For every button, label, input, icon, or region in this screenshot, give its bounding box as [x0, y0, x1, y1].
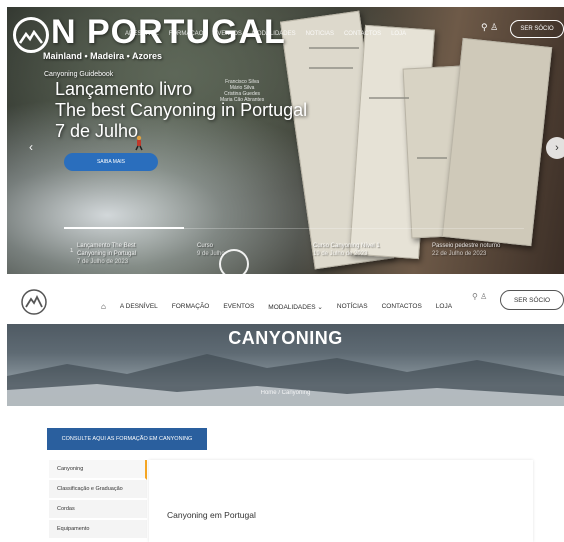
hero-nav-item[interactable]: MODALIDADES [252, 31, 296, 37]
slide-thumb[interactable]: Lançamento The Best Canyoning in Portuga… [77, 242, 136, 266]
slide-title: Passeio pedestre noturno [432, 243, 501, 249]
slide-number: 1 [70, 248, 74, 254]
nav-link-noticias[interactable]: NOTÍCIAS [337, 303, 368, 310]
slide-logo [219, 249, 249, 274]
hero-map-text [369, 97, 409, 99]
slide-title: Curso Canyoning Nível 1 [313, 243, 380, 249]
hero-nav-item[interactable]: EVENTOS [213, 31, 242, 37]
ser-socio-button[interactable]: SER SÓCIO [500, 290, 564, 310]
nav-link-loja[interactable]: LOJA [436, 303, 452, 310]
hero-slider: N PORTUGAL Mainland • Madeira • Azores A… [7, 7, 564, 274]
hero-nav-item[interactable]: NOTÍCIAS [306, 31, 334, 37]
mountain-icon [19, 30, 43, 44]
hero-credit-name: Maria Cão Abrantes [220, 97, 265, 103]
chevron-right-icon[interactable]: › [546, 137, 564, 159]
slide-date: 22 de Julho de 2023 [432, 251, 487, 257]
nav-link-contactos[interactable]: CONTACTOS [382, 303, 422, 310]
nav-link-eventos[interactable]: EVENTOS [223, 303, 254, 310]
hero-nav: ADESNÍVEL FORMAÇÃO EVENTOS MODALIDADES N… [125, 31, 406, 37]
content-title: Canyoning em Portugal [167, 510, 256, 520]
hero-title-line: The best Canyoning in Portugal [55, 100, 308, 120]
page-title: CANYONING [228, 328, 343, 348]
hero-map-text [309, 67, 353, 69]
consulte-formacao-button[interactable]: CONSULTE AQUI AS FORMAÇÃO EM CANYONING [47, 428, 207, 450]
slide-date: 19 de Julho de 2023 [313, 251, 368, 257]
hero-ser-socio-button[interactable]: SER SÓCIO [510, 20, 564, 38]
hero-guidebook-label: Canyoning Guidebook [44, 71, 114, 78]
user-icon[interactable]: ⚲ ♙ [481, 22, 498, 33]
nav-link-formacao[interactable]: FORMAÇÃO [172, 303, 210, 310]
hero-cta-button[interactable]: SAIBA MAIS [64, 153, 158, 171]
hero-nav-item[interactable]: FORMAÇÃO [169, 31, 204, 37]
chevron-left-icon[interactable]: ‹ [29, 140, 33, 154]
user-icon[interactable]: ⚲ ♙ [472, 292, 487, 301]
hero-map-text [417, 157, 447, 159]
hero-title-line: 7 de Julho [55, 121, 139, 141]
hero-nav-item[interactable]: LOJA [391, 31, 406, 37]
side-menu: Canyoning Classificação e Graduação Cord… [49, 460, 147, 540]
slider-progress-fill [64, 227, 184, 229]
slide-thumb[interactable]: Curso Canyoning Nível 1 19 de Julho de 2… [313, 242, 380, 258]
hero-map-sheet [441, 37, 553, 247]
slide-title: Lançamento The Best [77, 243, 136, 249]
slide-date: 7 de Julho de 2023 [77, 259, 129, 265]
side-menu-item-cordas[interactable]: Cordas [49, 500, 147, 520]
hero-map-text [309, 47, 359, 49]
climber-figure [135, 135, 143, 151]
content-panel: Canyoning em Portugal [149, 460, 533, 542]
side-menu-item-equipamento[interactable]: Equipamento [49, 520, 147, 540]
slide-title: Curso [197, 243, 214, 249]
page-banner: CANYONING Home / Canyoning [7, 324, 564, 406]
hero-region-text: Mainland • Madeira • Azores [43, 51, 162, 61]
slide-thumb[interactable]: Passeio pedestre noturno 22 de Julho de … [432, 242, 500, 258]
breadcrumb[interactable]: Home / Canyoning [7, 390, 564, 396]
home-icon[interactable]: ⌂ [101, 302, 106, 311]
site-logo[interactable] [20, 288, 48, 316]
side-menu-item-classificacao[interactable]: Classificação e Graduação [49, 480, 147, 500]
main-nav: ⌂ A DESNÍVEL FORMAÇÃO EVENTOS MODALIDADE… [7, 278, 564, 324]
hero-nav-item[interactable]: CONTACTOS [344, 31, 381, 37]
slide-title: Canyoning in Portugal [77, 251, 137, 257]
hero-credits: Francisco Silva Mário Silva Cristina Gue… [220, 79, 264, 103]
banner-mountains [7, 354, 564, 406]
nav-link-modalidades[interactable]: MODALIDADES ⌄ [268, 303, 323, 311]
nav-links: ⌂ A DESNÍVEL FORMAÇÃO EVENTOS MODALIDADE… [101, 302, 452, 311]
side-menu-item-canyoning[interactable]: Canyoning [49, 460, 147, 480]
hero-nav-item[interactable]: ADESNÍVEL [125, 31, 159, 37]
nav-link-adesnivel[interactable]: A DESNÍVEL [120, 303, 158, 310]
